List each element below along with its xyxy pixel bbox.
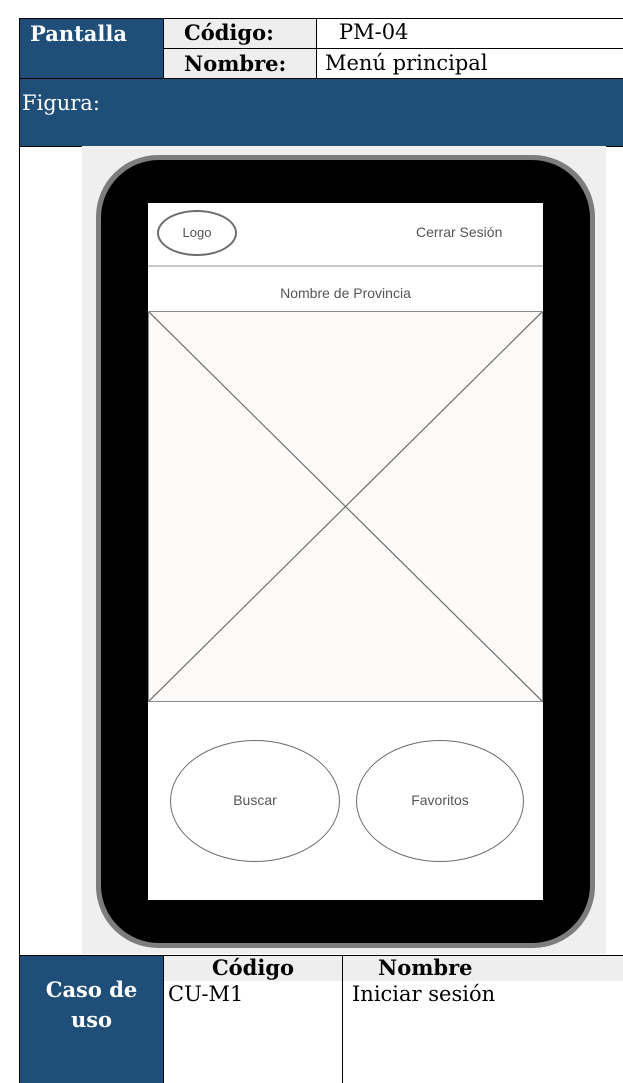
caso-de-uso-cell: Caso de uso bbox=[19, 955, 164, 1083]
nombre-label: Nombre: bbox=[184, 51, 287, 76]
pantalla-cell: Pantalla bbox=[19, 18, 164, 79]
logo-oval[interactable]: Logo bbox=[157, 210, 237, 256]
table-row: CU-M1 Iniciar sesión bbox=[163, 981, 623, 1083]
codigo-value-cell: PM-04 bbox=[316, 18, 623, 49]
search-button-label: Buscar bbox=[233, 792, 277, 808]
codigo-label: Código: bbox=[184, 20, 274, 45]
figura-row: Figura: bbox=[19, 78, 623, 147]
logo-label: Logo bbox=[182, 225, 212, 240]
caso-de-uso-line1: Caso de bbox=[45, 977, 138, 1002]
header-divider bbox=[148, 265, 543, 267]
image-placeholder-x-icon bbox=[149, 312, 542, 701]
codigo-value: PM-04 bbox=[339, 20, 409, 44]
nombre-value: Menú principal bbox=[325, 51, 488, 75]
pantalla-label: Pantalla bbox=[30, 21, 127, 46]
caso-de-uso-line2: uso bbox=[70, 1007, 113, 1032]
nombre-label-cell: Nombre: bbox=[163, 48, 317, 79]
row-code: CU-M1 bbox=[168, 982, 244, 1006]
nombre-value-cell: Menú principal bbox=[316, 48, 623, 79]
col-header-code-cell: Código bbox=[163, 955, 343, 982]
codigo-label-cell: Código: bbox=[163, 18, 317, 49]
row-code-cell: CU-M1 bbox=[164, 981, 343, 1083]
search-button[interactable]: Buscar bbox=[170, 740, 340, 862]
col-header-name: Nombre bbox=[378, 955, 473, 980]
favorites-button-label: Favoritos bbox=[411, 792, 469, 808]
figura-label: Figura: bbox=[22, 91, 100, 115]
col-header-name-cell: Nombre bbox=[342, 955, 623, 982]
col-header-code: Código bbox=[211, 955, 295, 980]
row-name-cell: Iniciar sesión bbox=[343, 981, 623, 1083]
logout-link[interactable]: Cerrar Sesión bbox=[416, 224, 502, 240]
favorites-button[interactable]: Favoritos bbox=[356, 740, 524, 862]
province-label: Nombre de Provincia bbox=[280, 285, 411, 301]
image-placeholder bbox=[148, 311, 543, 702]
row-name: Iniciar sesión bbox=[352, 982, 496, 1006]
